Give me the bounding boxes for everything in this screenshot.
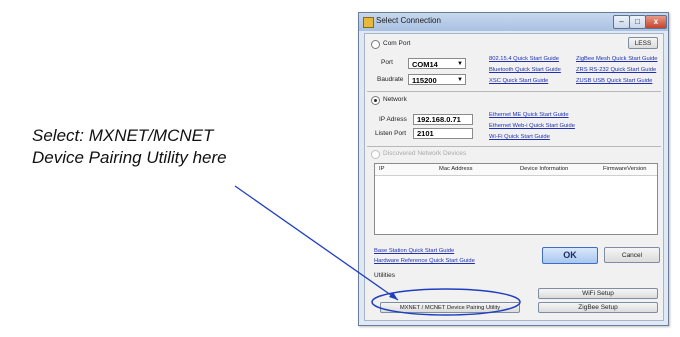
highlight-ellipse bbox=[371, 288, 521, 316]
annotation-overlay bbox=[234, 185, 521, 316]
annotation-arrow-line bbox=[234, 185, 399, 301]
